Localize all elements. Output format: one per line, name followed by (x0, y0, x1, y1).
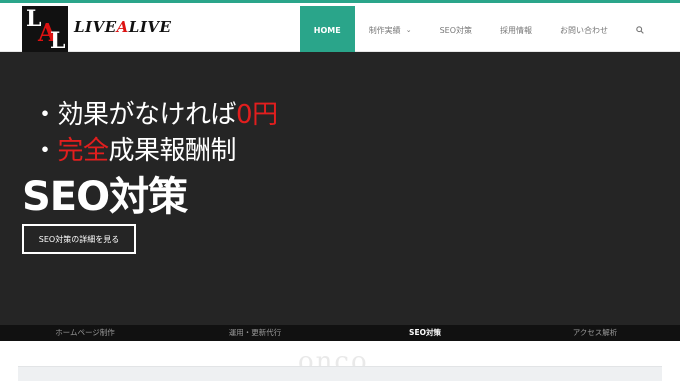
nav-item-works[interactable]: 制作実績 ⌄ (355, 6, 426, 54)
logo-text[interactable]: LIVEALIVE (74, 18, 171, 36)
hero-bullet-1: ・効果がなければ0円 (32, 100, 278, 130)
tab-access-analysis[interactable]: アクセス解析 (510, 325, 680, 341)
tab-seo[interactable]: SEO対策 (340, 325, 510, 345)
logo-mark[interactable]: L A L (22, 6, 68, 54)
content-panel (18, 366, 662, 381)
nav-item-contact[interactable]: お問い合わせ (546, 6, 622, 54)
search-icon (636, 26, 644, 34)
seo-details-button[interactable]: SEO対策の詳細を見る (22, 224, 136, 254)
hero-bullet-2: ・完全成果報酬制 (32, 136, 237, 166)
hero-headline: SEO対策 (22, 174, 188, 220)
nav-item-seo[interactable]: SEO対策 (426, 6, 486, 54)
nav-item-home[interactable]: HOME (299, 6, 355, 54)
main-nav: HOME 制作実績 ⌄ SEO対策 採用情報 お問い合わせ (299, 6, 658, 54)
search-button[interactable] (622, 6, 658, 54)
content-section: onco (0, 341, 680, 381)
nav-item-recruit[interactable]: 採用情報 (486, 6, 546, 54)
site-header: L A L LIVEALIVE HOME 制作実績 ⌄ SEO対策 採用情報 お問… (0, 3, 680, 54)
tab-web-production[interactable]: ホームページ制作 (0, 325, 170, 341)
slider-tabs: ホームページ制作 運用・更新代行 SEO対策 アクセス解析 (0, 325, 680, 345)
chevron-down-icon: ⌄ (405, 26, 412, 34)
hero-slider: ・効果がなければ0円 ・完全成果報酬制 SEO対策 SEO対策の詳細を見る (0, 52, 680, 325)
tab-operation[interactable]: 運用・更新代行 (170, 325, 340, 341)
